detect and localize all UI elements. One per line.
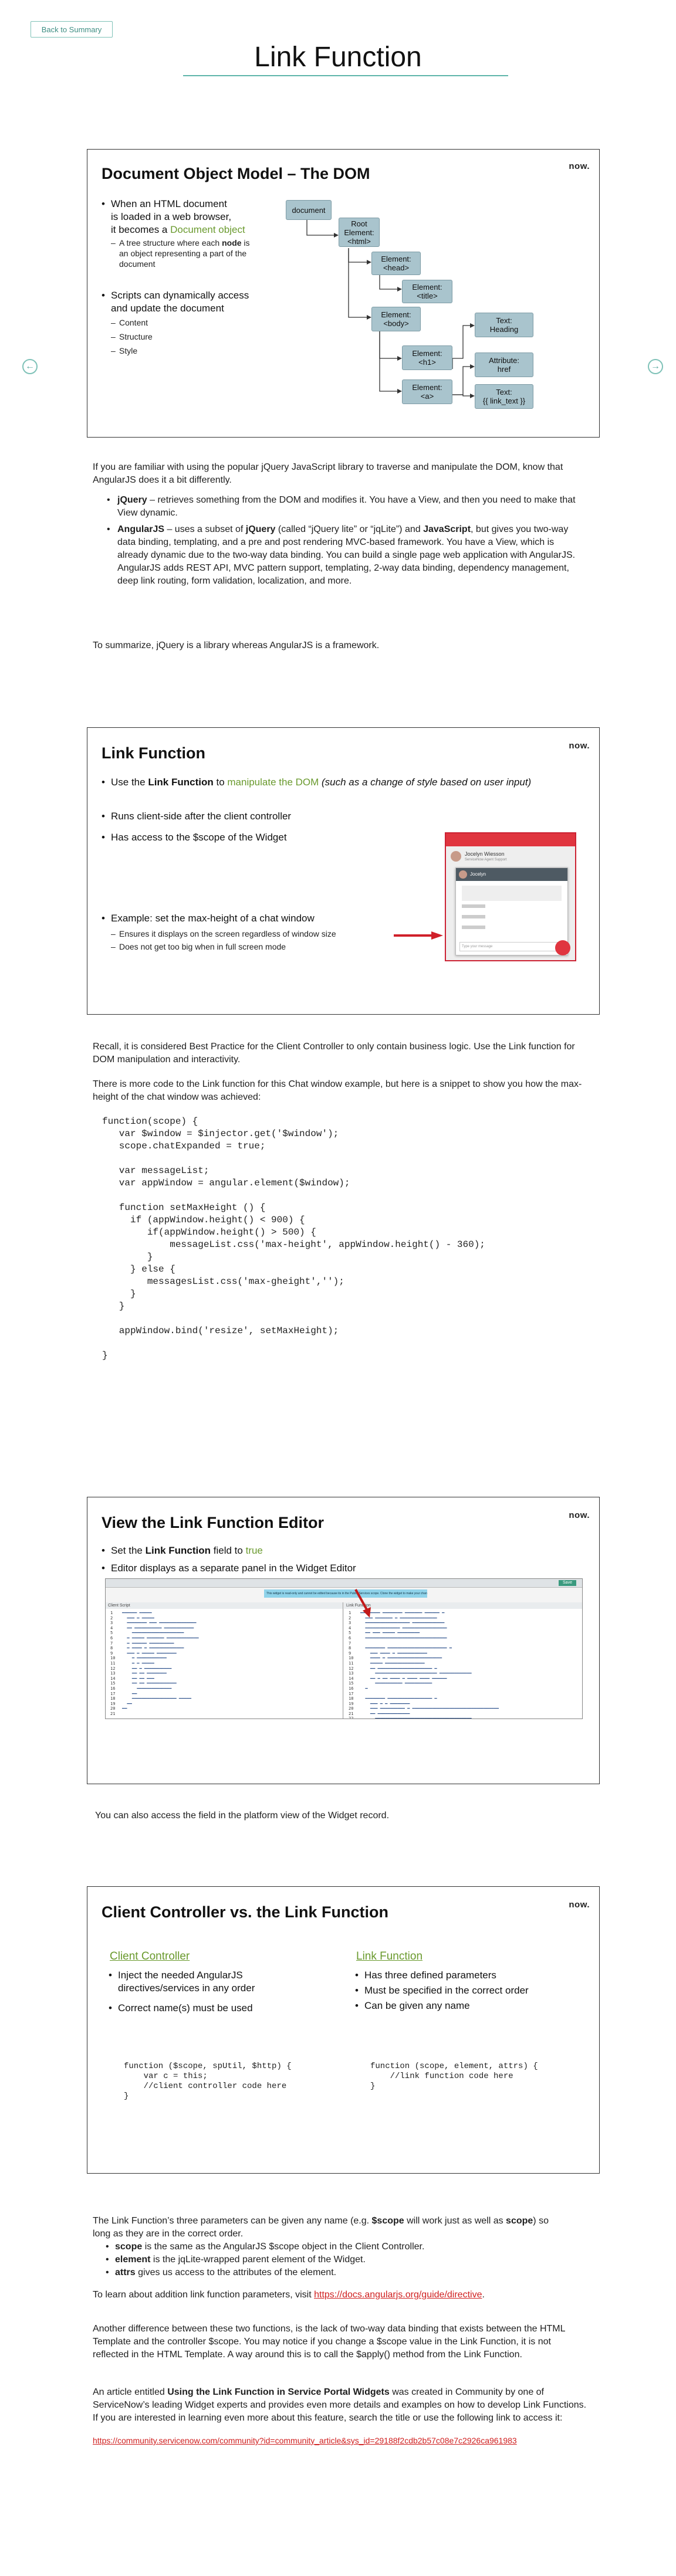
client-script-code-lines: ━━━━━━ ━━━━━ ━━━ ━ ━━━━━ ━━━━━━━━ ━━━ ━━… [122, 1611, 199, 1711]
client-controller-title: Client Controller [110, 1950, 190, 1962]
panel-label-link-function: Link Function [344, 1602, 582, 1609]
line-numbers-left: 1 2 3 4 5 6 7 8 9 10 11 12 13 14 15 16 1… [110, 1611, 116, 1716]
chat-user-role: ServiceNow Agent Support [465, 858, 507, 862]
link-function-code: function (scope, element, attrs) { //lin… [370, 2062, 538, 2091]
slide-link-function: Link Function now. • Use the Link Functi… [87, 727, 600, 1015]
community-article-paragraph: An article entitled Using the Link Funct… [93, 2387, 587, 2423]
tree-node-document: document [286, 200, 332, 220]
panel-label-client-script: Client Script [106, 1602, 343, 1609]
bullet-correct-order: • Must be specified in the correct order [355, 1985, 529, 1996]
servicenow-logo: now. [569, 1900, 590, 1910]
tree-node-link-text: Text: {{ link_text }} [475, 384, 533, 409]
community-article-link[interactable]: https://community.servicenow.com/communi… [93, 2434, 589, 2447]
bullet-set-field: • Set the Link Function field to true [102, 1545, 263, 1556]
bullet-editor-panel: • Editor displays as a separate panel in … [102, 1562, 356, 1574]
bullet-any-name: • Can be given any name [355, 2000, 470, 2011]
page-title: Link Function [254, 42, 422, 73]
tree-node-href: Attribute: href [475, 352, 533, 377]
slide-link-function-editor: View the Link Function Editor now. • Set … [87, 1497, 600, 1784]
link-function-title: Link Function [356, 1950, 423, 1962]
chat-user-name: Jocelyn Wiesson [465, 851, 505, 857]
avatar [451, 851, 461, 862]
two-way-binding-paragraph: Another difference between these two fun… [93, 2324, 565, 2360]
tree-node-title: Element: <title> [402, 280, 452, 303]
tree-node-root: Root Element: <html> [339, 218, 380, 247]
red-arrow-icon [394, 931, 443, 940]
bullet-three-params: • Has three defined parameters [355, 1970, 496, 1981]
bullet-runs-client-side: • Runs client-side after the client contr… [102, 811, 292, 822]
slide-heading: Link Function [102, 744, 205, 762]
tree-node-h1: Element: <h1> [402, 345, 452, 370]
chat-bubble-icon[interactable] [555, 940, 570, 955]
arrow-left-circle-icon[interactable]: ← [22, 359, 38, 374]
slide-controller-vs-link: Client Controller vs. the Link Function … [87, 1886, 600, 2174]
chat-compose-input[interactable]: Type your message [459, 942, 564, 951]
angularjs-directive-link[interactable]: https://docs.angularjs.org/guide/directi… [314, 2290, 482, 2300]
angularjs-bullet: • AngularJS – uses a subset of jQuery (ca… [107, 524, 576, 586]
summary-paragraph: To summarize, jQuery is a library wherea… [93, 640, 380, 650]
title-underline [183, 75, 508, 76]
tree-node-body: Element: <body> [371, 307, 421, 331]
bullet-example: • Example: set the max-height of a chat w… [102, 913, 315, 924]
best-practice-paragraph: Recall, it is considered Best Practice f… [93, 1042, 575, 1065]
line-numbers-right: 1 2 3 4 5 6 7 8 9 10 11 12 13 14 15 16 1… [349, 1611, 354, 1719]
directive-docs-paragraph: To learn about addition link function pa… [93, 2290, 485, 2300]
bullet-correct-names: • Correct name(s) must be used [109, 2002, 253, 2014]
widget-editor-screenshot: Save This widget is read-only and cannot… [105, 1578, 583, 1719]
parameters-paragraph: The Link Function’s three parameters can… [93, 2216, 549, 2239]
param-attrs-item: • attrs gives us access to the attributes… [106, 2267, 337, 2277]
bullet-inject-directives: • Inject the needed AngularJS directives/s… [109, 1970, 255, 1994]
bullet-scope-access: • Has access to the $scope of the Widget [102, 832, 287, 843]
arrow-right-circle-icon[interactable]: → [648, 359, 663, 374]
client-controller-code: function ($scope, spUtil, $http) { var c… [124, 2062, 292, 2101]
save-button[interactable]: Save [559, 1580, 576, 1586]
pointer-arrow-icon [354, 1589, 371, 1618]
servicenow-logo: now. [569, 1510, 590, 1520]
tree-node-a: Element: <a> [402, 379, 452, 404]
servicenow-logo: now. [569, 741, 590, 751]
tree-node-head: Element: <head> [371, 252, 421, 275]
chat-panel: Jocelyn Type your message [455, 867, 568, 955]
param-scope-item: • scope is the same as the AngularJS $sco… [106, 2242, 425, 2252]
param-element-item: • element is the jqLite-wrapped parent el… [106, 2255, 366, 2265]
jquery-intro-paragraph: If you are familiar with using the popul… [93, 462, 563, 485]
slide-heading: Client Controller vs. the Link Function [102, 1903, 389, 1921]
chat-window-screenshot: Jocelyn Wiesson ServiceNow Agent Support… [445, 832, 576, 961]
bullet-use-link-function: • Use the Link Function to manipulate th… [102, 777, 532, 788]
slide-heading: View the Link Function Editor [102, 1514, 325, 1531]
platform-view-paragraph: You can also access the field in the pla… [95, 1811, 390, 1821]
snippet-intro-paragraph: There is more code to the Link function … [93, 1079, 582, 1102]
link-function-code-lines: ━━━━━━━━ ━━━━━━━ ━ ━━━━━ ━ ━ ━━ ━━━━ ━ ━━ ━ ━… [360, 1611, 499, 1719]
slide-dom: Document Object Model – The DOM now. • W… [87, 149, 600, 438]
editor-toolbar [106, 1579, 582, 1588]
link-function-code-snippet: function(scope) { var $window = $injecto… [102, 1116, 485, 1361]
read-only-banner: This widget is read-only and cannot be e… [264, 1589, 427, 1598]
back-to-summary-button[interactable]: Back to Summary [31, 21, 113, 38]
jquery-bullet: • jQuery – retrieves something from the D… [107, 495, 576, 518]
sub-ensures-display: – Ensures it displays on the screen regar… [111, 929, 336, 938]
sub-not-too-big: – Does not get too big when in full scree… [111, 942, 286, 951]
tree-node-text-heading: Text: Heading [475, 313, 533, 337]
